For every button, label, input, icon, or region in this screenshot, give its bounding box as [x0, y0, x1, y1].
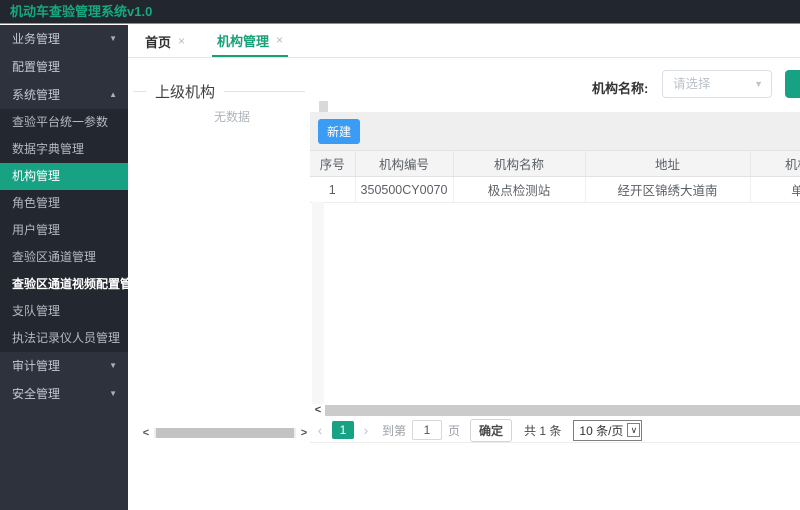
app-window: 机动车查验管理系统v1.0 业务管理 ▼ 配置管理 系统管理 ▲ 查验平台统一参… [0, 0, 800, 510]
chevron-down-icon: ▼ [109, 389, 117, 398]
page-size-select[interactable]: 10 条/页 ∨ [573, 419, 643, 441]
table-header-row: 序号 机构编号 机构名称 地址 机构 [310, 150, 800, 177]
sidebar-item-user-mgmt[interactable]: 用户管理 [0, 217, 128, 244]
chevron-down-icon: ∨ [627, 423, 641, 437]
tab-label: 机构管理 [217, 33, 270, 49]
select-placeholder: 请选择 [673, 77, 711, 91]
chevron-down-icon: ▼ [754, 79, 763, 89]
top-header: 机动车查验管理系统v1.0 [0, 0, 800, 24]
chevron-down-icon: ▼ [109, 34, 117, 43]
sidebar-item-system-mgmt[interactable]: 系统管理 ▲ [0, 81, 128, 109]
table-row[interactable]: 1 350500CY0070 极点检测站 经开区锦绣大道南 单 [310, 176, 800, 203]
sidebar-item-label: 配置管理 [12, 60, 61, 74]
sidebar-submenu-system: 查验平台统一参数 数据字典管理 机构管理 角色管理 用户管理 查验区通道管理 查… [0, 109, 128, 352]
tab-home[interactable]: 首页 × [140, 25, 190, 57]
column-header-address: 地址 [585, 150, 751, 177]
confirm-button[interactable]: 确定 [470, 418, 513, 442]
sidebar-item-config-mgmt[interactable]: 配置管理 [0, 53, 128, 81]
page-number-button[interactable]: 1 [332, 421, 354, 439]
sidebar-item-lane-mgmt[interactable]: 查验区通道管理 [0, 244, 128, 271]
sidebar-nav: 业务管理 ▼ 配置管理 系统管理 ▲ 查验平台统一参数 数据字典管理 机构管理 … [0, 25, 128, 510]
sidebar-item-label: 执法记录仪人员管理 [12, 331, 121, 345]
sidebar-item-lane-video-config[interactable]: 查验区通道视频配置管理 [0, 271, 128, 298]
scroll-left-icon[interactable]: < [312, 404, 324, 416]
app-title: 机动车查验管理系统v1.0 [10, 4, 153, 19]
cell-org-type: 单 [750, 176, 800, 203]
legend-line [224, 91, 305, 92]
sidebar-item-label: 角色管理 [12, 196, 61, 210]
tab-organization-mgmt[interactable]: 机构管理 × [212, 25, 289, 57]
org-name-label: 机构名称: [592, 81, 649, 96]
column-header-org-code: 机构编号 [355, 150, 454, 177]
table-toolbar: 新建 [310, 112, 800, 150]
sidebar-item-security-mgmt[interactable]: 安全管理 ▼ [0, 380, 128, 408]
cell-org-code: 350500CY0070 [355, 176, 454, 203]
scroll-right-icon[interactable]: > [298, 427, 310, 439]
sidebar-item-label: 数据字典管理 [12, 142, 85, 156]
total-count-label: 共 1 条 [524, 423, 562, 438]
sidebar-item-label: 支队管理 [12, 304, 61, 318]
legend-title: 上级机构 [155, 84, 216, 101]
scrollbar-thumb[interactable] [325, 405, 800, 416]
sidebar-item-platform-params[interactable]: 查验平台统一参数 [0, 109, 128, 136]
cell-org-name: 极点检测站 [453, 176, 586, 203]
scrollbar-track[interactable] [154, 428, 296, 438]
sidebar-item-business-mgmt[interactable]: 业务管理 ▼ [0, 25, 128, 53]
pagination-bar: ‹ 1 › 到第 页 确定 共 1 条 10 条/页 ∨ [310, 418, 800, 442]
sidebar-item-detachment-mgmt[interactable]: 支队管理 [0, 298, 128, 325]
scroll-left-icon[interactable]: < [140, 427, 152, 439]
parent-org-legend: 上级机构 [133, 81, 305, 102]
goto-page-label: 到第 [382, 423, 407, 438]
scrollbar-thumb[interactable] [156, 428, 294, 438]
column-header-org-name: 机构名称 [453, 150, 586, 177]
sidebar-item-label: 用户管理 [12, 223, 61, 237]
cell-address: 经开区锦绣大道南 [585, 176, 751, 203]
new-button[interactable]: 新建 [318, 119, 361, 144]
chevron-up-icon: ▲ [109, 90, 117, 99]
sidebar-item-label: 系统管理 [12, 88, 61, 102]
sidebar-item-label: 审计管理 [12, 359, 61, 373]
organization-table: 序号 机构编号 机构名称 地址 机构 1 350500CY0070 极点检测站 … [310, 150, 800, 203]
goto-page-input[interactable] [412, 420, 443, 440]
sidebar-item-data-dictionary[interactable]: 数据字典管理 [0, 136, 128, 163]
sidebar-item-recorder-personnel[interactable]: 执法记录仪人员管理 [0, 325, 128, 352]
table-left-gutter [312, 202, 324, 404]
sidebar-item-label: 查验平台统一参数 [12, 115, 109, 129]
table-horizontal-scrollbar: < [310, 404, 800, 417]
column-header-org-type: 机构 [750, 150, 800, 177]
sidebar-item-label: 查验区通道管理 [12, 250, 97, 264]
tab-label: 首页 [145, 34, 172, 50]
close-icon[interactable]: × [276, 33, 283, 47]
page-word-label: 页 [448, 423, 461, 438]
page-next-icon[interactable]: › [360, 422, 372, 438]
tab-bar: 首页 × 机构管理 × [128, 25, 800, 58]
column-header-index: 序号 [310, 150, 356, 177]
sidebar-item-label: 机构管理 [12, 169, 61, 183]
tree-empty-text: 无数据 [213, 110, 250, 124]
page-size-value: 10 条/页 [579, 423, 624, 438]
page-prev-icon[interactable]: ‹ [314, 422, 326, 438]
cell-index: 1 [310, 176, 356, 203]
chevron-down-icon: ▼ [109, 361, 117, 370]
sidebar-item-label: 业务管理 [12, 32, 61, 46]
close-icon[interactable]: × [178, 34, 185, 48]
organization-table-panel: 新建 序号 机构编号 机构名称 地址 机构 1 350500CY0070 [310, 112, 800, 443]
sidebar-item-audit-mgmt[interactable]: 审计管理 ▼ [0, 352, 128, 380]
legend-line [133, 91, 146, 92]
sidebar-item-label: 查验区通道视频配置管理 [12, 277, 128, 291]
sidebar-item-label: 安全管理 [12, 387, 61, 401]
tree-horizontal-scrollbar: < > [140, 427, 310, 439]
query-button[interactable] [785, 70, 800, 98]
org-name-select[interactable]: 请选择 ▼ [662, 70, 772, 98]
sidebar-item-organization-mgmt[interactable]: 机构管理 [0, 163, 128, 190]
sidebar-item-role-mgmt[interactable]: 角色管理 [0, 190, 128, 217]
